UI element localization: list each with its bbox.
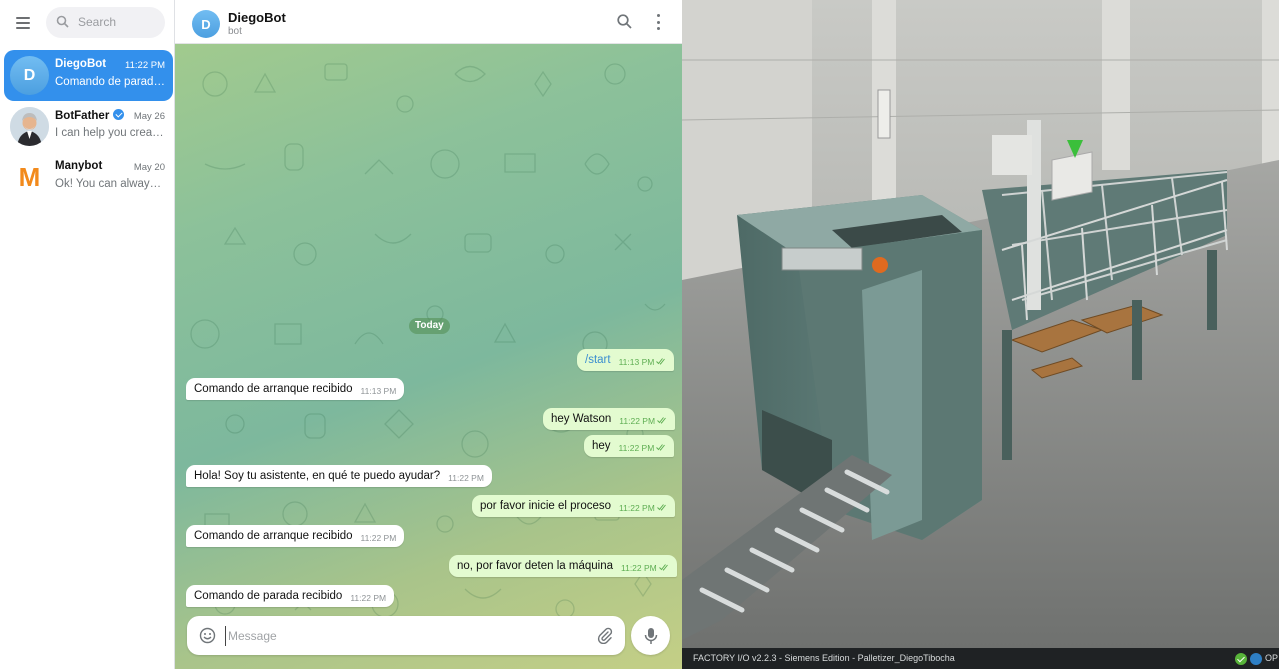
search-icon[interactable] <box>617 14 632 29</box>
verified-badge-icon <box>113 109 125 120</box>
microphone-button[interactable] <box>631 616 670 655</box>
chat-preview: I can help you create and manage Telegra… <box>55 127 165 139</box>
factory-status-bar: FACTORY I/O v2.2.3 - Siemens Edition - P… <box>682 648 1279 669</box>
chat-time: May 20 <box>133 162 165 173</box>
search-input[interactable]: Search <box>46 7 165 38</box>
network-icon[interactable] <box>1249 652 1262 665</box>
message-time: 11:22 PM <box>350 593 387 603</box>
message-outgoing[interactable]: hey Watson 11:22 PM <box>543 408 676 430</box>
emoji-icon[interactable] <box>199 627 216 644</box>
chat-name: DiegoBot <box>55 58 107 70</box>
paperclip-icon[interactable] <box>597 627 613 644</box>
double-check-icon <box>658 564 668 571</box>
message-text: hey Watson <box>551 413 612 425</box>
message-outgoing[interactable]: /start 11:13 PM <box>577 349 675 371</box>
chat-preview: Comando de parada recibido <box>55 76 165 88</box>
double-check-icon <box>657 417 666 424</box>
message-text: Comando de arranque recibido <box>194 383 353 395</box>
message-incoming[interactable]: Comando de arranque recibido 11:22 PM <box>186 525 405 547</box>
message-outgoing[interactable]: no, por favor deten la máquina 11:22 PM <box>449 555 677 577</box>
botfather-avatar-icon <box>10 107 49 146</box>
double-check-icon <box>656 444 666 451</box>
avatar <box>10 107 49 146</box>
message-text: Comando de arranque recibido <box>194 530 353 542</box>
header-chat-status: bot <box>228 26 242 37</box>
avatar: D <box>10 56 49 95</box>
avatar: M <box>10 158 49 197</box>
message-incoming[interactable]: Hola! Soy tu asistente, en qué te puedo … <box>186 465 492 487</box>
message-text: hey <box>592 440 611 452</box>
message-time: 11:22 PM <box>448 473 484 483</box>
more-options-icon[interactable] <box>654 14 662 30</box>
message-text: por favor inicie el proceso <box>480 500 612 512</box>
status-op-label: OP <box>1264 653 1278 663</box>
status-text: FACTORY I/O v2.2.3 - Siemens Edition - P… <box>693 653 955 663</box>
message-text: Hola! Soy tu asistente, en qué te puedo … <box>194 470 441 482</box>
message-outgoing[interactable]: por favor inicie el proceso 11:22 PM <box>472 495 675 517</box>
check-circle-icon[interactable] <box>1234 652 1247 665</box>
chat-name: Manybot <box>55 160 103 172</box>
chat-item-botfather[interactable]: BotFather May 26 I can help you create a… <box>4 101 173 152</box>
header-avatar[interactable]: D <box>192 10 220 38</box>
factory-3d-scene[interactable] <box>682 0 1279 648</box>
date-divider: Today <box>409 318 450 334</box>
chat-header: D DiegoBot bot <box>175 0 682 44</box>
hamburger-menu-icon[interactable] <box>10 10 36 36</box>
chat-time: May 26 <box>133 111 165 122</box>
message-text: no, por favor deten la máquina <box>457 560 613 572</box>
message-text[interactable]: /start <box>585 349 611 371</box>
search-icon <box>56 15 69 28</box>
chat-panel: D DiegoBot bot Today /start 11:13 PM Coma… <box>175 0 682 669</box>
microphone-icon <box>644 627 657 644</box>
message-outgoing[interactable]: hey 11:22 PM <box>584 435 675 457</box>
message-time: 11:22 PM <box>619 503 655 513</box>
message-time: 11:13 PM <box>360 386 397 396</box>
sidebar-header: Search <box>0 0 175 46</box>
chat-item-diegobot[interactable]: D DiegoBot 11:22 PM Comando de parada re… <box>4 50 173 101</box>
message-incoming[interactable]: Comando de parada recibido 11:22 PM <box>186 585 395 607</box>
chat-item-manybot[interactable]: M Manybot May 20 Ok! You can always come… <box>4 152 173 203</box>
message-composer <box>187 616 625 655</box>
chat-name-wrap: BotFather <box>55 109 125 122</box>
chat-preview: Ok! You can always come back. <box>55 178 165 190</box>
message-text: Comando de parada recibido <box>194 590 343 602</box>
double-check-icon <box>656 504 666 511</box>
message-time: 11:13 PM <box>618 357 655 367</box>
status-indicators: OP <box>1234 648 1279 669</box>
message-incoming[interactable]: Comando de arranque recibido 11:13 PM <box>186 378 405 400</box>
chat-list-sidebar: Search D DiegoBot 11:22 PM Comando de pa… <box>0 0 175 669</box>
search-placeholder: Search <box>78 15 117 29</box>
chat-name: BotFather <box>55 110 110 122</box>
message-time: 11:22 PM <box>618 443 655 453</box>
chat-time: 11:22 PM <box>125 60 165 71</box>
message-input[interactable] <box>225 626 585 646</box>
double-check-icon <box>656 358 666 365</box>
message-time: 11:22 PM <box>621 563 657 573</box>
factory-io-viewport[interactable]: FACTORY I/O v2.2.3 - Siemens Edition - P… <box>682 0 1279 669</box>
message-time: 11:22 PM <box>619 416 656 426</box>
message-time: 11:22 PM <box>360 533 397 543</box>
header-chat-name[interactable]: DiegoBot <box>228 10 286 25</box>
